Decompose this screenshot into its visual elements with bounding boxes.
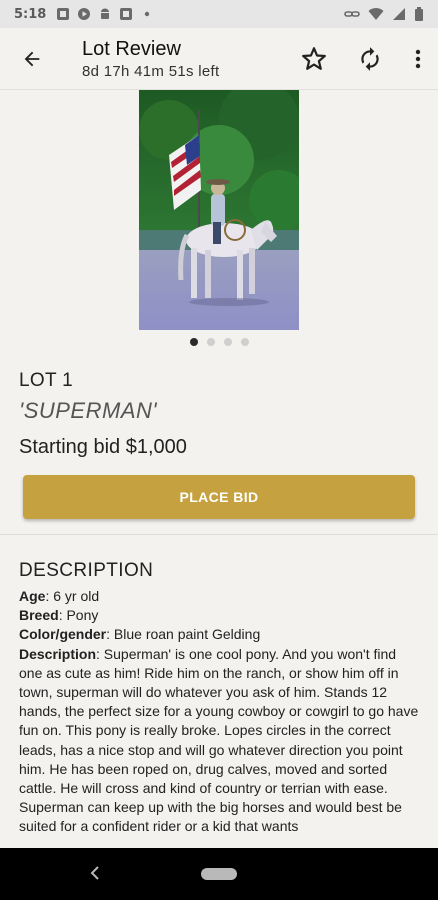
field-label: Description [19, 645, 97, 662]
page-dot[interactable] [223, 338, 232, 346]
notification-icons [56, 7, 154, 21]
chevron-left-icon [90, 866, 99, 880]
section-divider [0, 534, 438, 535]
overflow-menu-button[interactable] [398, 28, 438, 90]
place-bid-button[interactable]: PLACE BID [23, 475, 415, 519]
page-dot[interactable] [240, 338, 249, 346]
field-label: Age [19, 588, 46, 604]
arrow-back-icon [24, 51, 40, 66]
field-label: Breed [19, 607, 59, 624]
field-breed: Breed: Pony [19, 606, 419, 625]
signal-icon [393, 8, 405, 20]
system-back-button[interactable] [84, 862, 106, 884]
more-vert-icon [415, 49, 421, 68]
horse-rider-image [139, 90, 299, 330]
lot-name: 'SUPERMAN' [19, 398, 158, 423]
lot-number: LOT 1 [19, 370, 73, 391]
page-title: Lot Review [82, 37, 181, 60]
field-value: : Blue roan paint Gelding [106, 626, 261, 643]
page-dot[interactable] [206, 338, 215, 346]
field-value: : 6 yr old [45, 588, 100, 604]
gallery-page-indicator [0, 338, 438, 346]
status-time: 5:18 [14, 6, 47, 22]
link-icon [344, 11, 360, 17]
system-icons [344, 7, 424, 21]
android-icon [101, 8, 110, 19]
system-home-button[interactable] [201, 868, 237, 880]
system-nav-bar [0, 848, 438, 900]
gallery-icon [120, 8, 133, 20]
favorite-button[interactable] [286, 28, 342, 90]
title-block: Lot Review 8d 17h 41m 51s left [64, 38, 286, 80]
countdown-text: 8d 17h 41m 51s left [82, 62, 220, 80]
play-icon [78, 8, 91, 20]
gallery-icon [57, 8, 70, 20]
description-body: Age: 6 yr old Breed: Pony Color/gender: … [19, 587, 419, 837]
app-bar: Lot Review 8d 17h 41m 51s left [0, 28, 438, 90]
starting-bid: Starting bid $1,000 [19, 436, 187, 458]
status-bar: 5:18 [0, 0, 438, 28]
lot-photo[interactable] [139, 90, 299, 330]
battery-icon [415, 7, 423, 21]
field-age: Age: 6 yr old [19, 587, 419, 606]
field-label: Color/gender [19, 626, 107, 643]
star-outline-icon [302, 46, 326, 70]
refresh-icon [361, 46, 379, 71]
page-dot-active[interactable] [189, 338, 198, 346]
back-button[interactable] [0, 28, 64, 90]
field-value: : Pony [58, 607, 99, 624]
description-heading: DESCRIPTION [19, 560, 154, 581]
place-bid-label: PLACE BID [179, 489, 259, 505]
wifi-icon [368, 8, 384, 20]
dot-icon [145, 11, 150, 17]
field-color-gender: Color/gender: Blue roan paint Gelding [19, 625, 419, 644]
field-description: Description: Superman' is one cool pony.… [19, 645, 419, 837]
refresh-button[interactable] [342, 28, 398, 90]
field-value: : Superman' is one cool pony. And you wo… [19, 645, 419, 835]
